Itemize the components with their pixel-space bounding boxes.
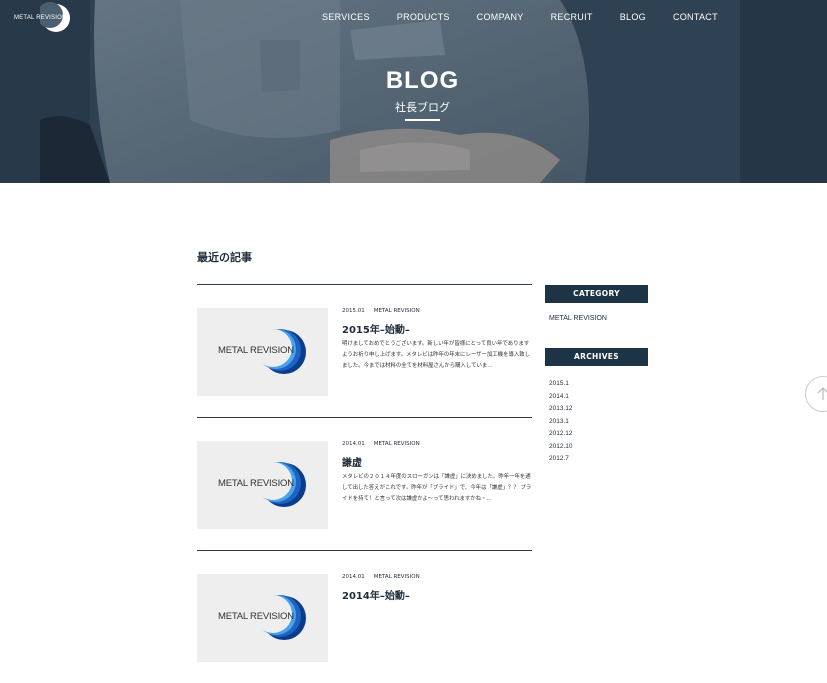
nav-services[interactable]: SERVICES (322, 12, 370, 22)
archive-link[interactable]: 2012.12 (549, 428, 573, 441)
thumbnail-logo-text: METAL REVISION (218, 345, 294, 356)
thumbnail-logo-text: METAL REVISION (218, 478, 294, 489)
page-subtitle: 社長ブログ (395, 101, 450, 114)
archive-link[interactable]: 2013.1 (549, 416, 573, 429)
arrow-up-icon (817, 387, 827, 400)
archive-link[interactable]: 2012.7 (549, 453, 573, 466)
archive-link[interactable]: 2015.1 (549, 378, 573, 391)
recent-posts-heading: 最近の記事 (197, 251, 252, 264)
category-link[interactable]: METAL REVISION (549, 315, 607, 322)
post-category[interactable]: METAL REVISION (374, 308, 420, 314)
archive-list: 2015.1 2014.1 2013.12 2013.1 2012.12 201… (549, 378, 573, 466)
post-date: 2014.01 (342, 441, 365, 447)
page-title: BLOG (385, 67, 460, 94)
archives-widget-heading: ARCHIVES (545, 348, 648, 366)
title-underline (405, 119, 440, 121)
post-meta: 2015.01 METAL REVISION (342, 308, 420, 314)
post-excerpt: 明けましておめでとうございます。新しい年が皆様にとって良い年でありますようお祈り… (342, 341, 531, 369)
archive-link[interactable]: 2013.12 (549, 403, 573, 416)
archive-link[interactable]: 2012.10 (549, 441, 573, 454)
post-thumbnail[interactable]: METAL REVISION (197, 574, 328, 662)
archive-link[interactable]: 2014.1 (549, 391, 573, 404)
post-category[interactable]: METAL REVISION (374, 441, 420, 447)
hero-banner: METAL REVISION SERVICES PRODUCTS COMPANY… (0, 0, 827, 183)
post-thumbnail[interactable]: METAL REVISION (197, 308, 328, 396)
site-logo[interactable]: METAL REVISION (14, 2, 70, 34)
page-top-button[interactable] (805, 376, 827, 412)
nav-contact[interactable]: CONTACT (673, 12, 718, 22)
post-item: METAL REVISION 2014.01 METAL REVISION 謙虚 … (197, 417, 532, 550)
post-title[interactable]: 謙虚 (342, 454, 362, 469)
category-widget-heading: CATEGORY (545, 285, 648, 303)
post-excerpt: メタレビの２０１４年度のスローガンは「謙虚」に決めました。昨年一年を通して出した… (342, 474, 532, 502)
thumbnail-logo-text: METAL REVISION (218, 611, 294, 622)
post-thumbnail[interactable]: METAL REVISION (197, 441, 328, 529)
nav-blog[interactable]: BLOG (620, 12, 646, 22)
post-date: 2015.01 (342, 308, 365, 314)
nav-products[interactable]: PRODUCTS (397, 12, 450, 22)
post-category[interactable]: METAL REVISION (374, 574, 420, 580)
post-list: METAL REVISION 2015.01 METAL REVISION 201… (197, 284, 532, 683)
post-title[interactable]: 2015年–始動– (342, 321, 410, 336)
logo-text: METAL REVISION (14, 15, 67, 21)
post-item: METAL REVISION 2014.01 METAL REVISION 201… (197, 550, 532, 683)
post-date: 2014.01 (342, 574, 365, 580)
main-nav: SERVICES PRODUCTS COMPANY RECRUIT BLOG C… (322, 12, 718, 22)
post-meta: 2014.01 METAL REVISION (342, 441, 420, 447)
post-item: METAL REVISION 2015.01 METAL REVISION 201… (197, 284, 532, 417)
nav-recruit[interactable]: RECRUIT (551, 12, 593, 22)
nav-company[interactable]: COMPANY (477, 12, 524, 22)
post-meta: 2014.01 METAL REVISION (342, 574, 420, 580)
